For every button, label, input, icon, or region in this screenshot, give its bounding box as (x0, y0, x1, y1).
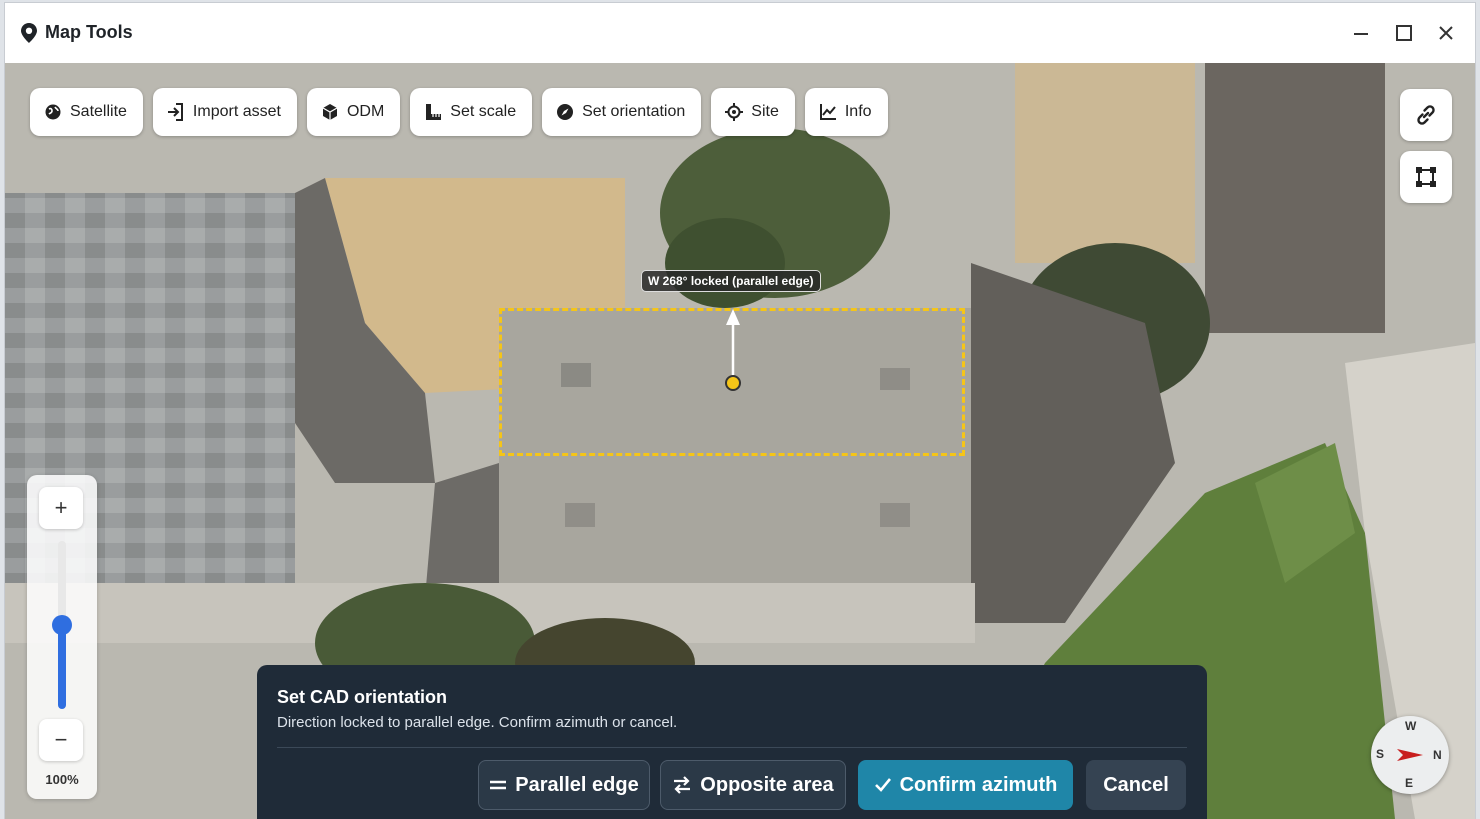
link-button[interactable] (1400, 89, 1452, 141)
link-icon (1417, 105, 1435, 125)
set-orientation-button[interactable]: Set orientation (542, 88, 702, 136)
compass-w: W (1405, 719, 1417, 733)
panel-divider (277, 747, 1187, 748)
minimize-icon[interactable] (1347, 19, 1375, 47)
set-scale-label: Set scale (450, 103, 517, 120)
import-asset-label: Import asset (192, 103, 281, 120)
compass-n: N (1433, 748, 1442, 762)
polygon-icon (1416, 167, 1436, 187)
ruler-icon (424, 103, 442, 121)
zoom-out-button[interactable]: − (39, 719, 83, 761)
opposite-area-label: Opposite area (700, 773, 834, 796)
crosshair-icon (725, 103, 744, 121)
check-icon (874, 778, 891, 792)
close-icon[interactable] (1432, 19, 1460, 47)
window-title: Map Tools (45, 22, 133, 42)
compass-s: S (1376, 747, 1385, 761)
opposite-area-button[interactable]: Opposite area (660, 760, 846, 810)
map-tools-window: Map Tools Satellite Import asset ODM Set… (5, 3, 1475, 819)
zoom-slider[interactable] (52, 541, 72, 709)
direction-label: W 268° locked (parallel edge) (641, 270, 821, 292)
zoom-control: + − 100% (27, 475, 97, 799)
compass-icon (556, 103, 574, 121)
map-pin-icon (21, 23, 37, 43)
satellite-label: Satellite (70, 103, 127, 120)
panel-description: Direction locked to parallel edge. Confi… (277, 714, 678, 731)
panel-title: Set CAD orientation (277, 687, 448, 707)
zoom-slider-thumb[interactable] (52, 615, 72, 635)
equals-icon (490, 780, 507, 790)
chart-line-icon (819, 103, 837, 121)
compass-needle-icon (1397, 749, 1423, 761)
compass-e: E (1405, 776, 1414, 790)
site-button[interactable]: Site (711, 88, 795, 136)
satellite-button[interactable]: Satellite (30, 88, 143, 136)
odm-button[interactable]: ODM (306, 88, 401, 136)
set-orientation-label: Set orientation (582, 103, 686, 120)
swap-arrows-icon (674, 776, 691, 794)
cube-icon (321, 103, 339, 121)
info-button[interactable]: Info (804, 88, 888, 136)
map-toolbar: Satellite Import asset ODM Set scale Set… (30, 88, 888, 136)
polygon-button[interactable] (1400, 151, 1452, 203)
zoom-slider-fill (58, 625, 66, 709)
compass-widget[interactable]: W S N E (1371, 716, 1449, 794)
globe-icon (44, 103, 62, 121)
title-bar: Map Tools (5, 3, 1475, 63)
import-asset-button[interactable]: Import asset (152, 88, 297, 136)
import-icon (167, 103, 185, 121)
zoom-level: 100% (45, 772, 79, 787)
cancel-button[interactable]: Cancel (1086, 760, 1186, 810)
confirm-azimuth-label: Confirm azimuth (899, 773, 1058, 796)
site-label: Site (751, 103, 779, 120)
zoom-in-button[interactable]: + (39, 487, 83, 529)
parallel-edge-button[interactable]: Parallel edge (478, 760, 650, 810)
info-label: Info (844, 103, 872, 120)
maximize-icon[interactable] (1390, 19, 1418, 47)
parallel-edge-label: Parallel edge (515, 773, 639, 796)
confirm-azimuth-button[interactable]: Confirm azimuth (858, 760, 1073, 810)
odm-label: ODM (346, 103, 385, 120)
satellite-map[interactable]: Satellite Import asset ODM Set scale Set… (5, 63, 1475, 819)
cancel-label: Cancel (1103, 773, 1169, 796)
set-scale-button[interactable]: Set scale (410, 88, 533, 136)
orientation-panel: Set CAD orientation Direction locked to … (257, 665, 1207, 819)
direction-arrow[interactable] (715, 303, 755, 395)
